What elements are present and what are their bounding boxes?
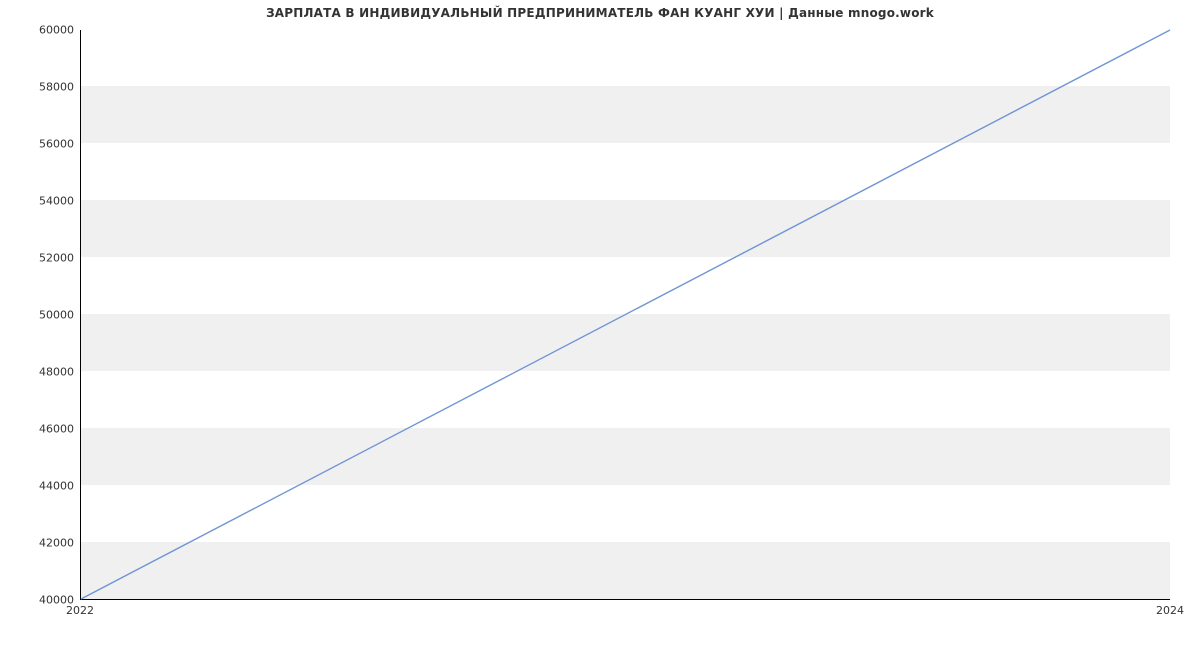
y-tick-label: 50000 bbox=[14, 309, 74, 322]
y-tick-label: 52000 bbox=[14, 252, 74, 265]
y-tick-label: 58000 bbox=[14, 81, 74, 94]
x-tick-label: 2022 bbox=[66, 604, 94, 617]
y-tick-label: 56000 bbox=[14, 138, 74, 151]
y-tick-label: 40000 bbox=[14, 594, 74, 607]
chart-container: ЗАРПЛАТА В ИНДИВИДУАЛЬНЫЙ ПРЕДПРИНИМАТЕЛ… bbox=[0, 0, 1200, 650]
y-tick-label: 42000 bbox=[14, 537, 74, 550]
data-line bbox=[81, 30, 1170, 599]
chart-title: ЗАРПЛАТА В ИНДИВИДУАЛЬНЫЙ ПРЕДПРИНИМАТЕЛ… bbox=[0, 6, 1200, 20]
y-tick-label: 46000 bbox=[14, 423, 74, 436]
y-tick-label: 44000 bbox=[14, 480, 74, 493]
y-tick-label: 48000 bbox=[14, 366, 74, 379]
y-tick-label: 60000 bbox=[14, 24, 74, 37]
x-tick-label: 2024 bbox=[1156, 604, 1184, 617]
plot-area bbox=[80, 30, 1170, 600]
y-tick-label: 54000 bbox=[14, 195, 74, 208]
